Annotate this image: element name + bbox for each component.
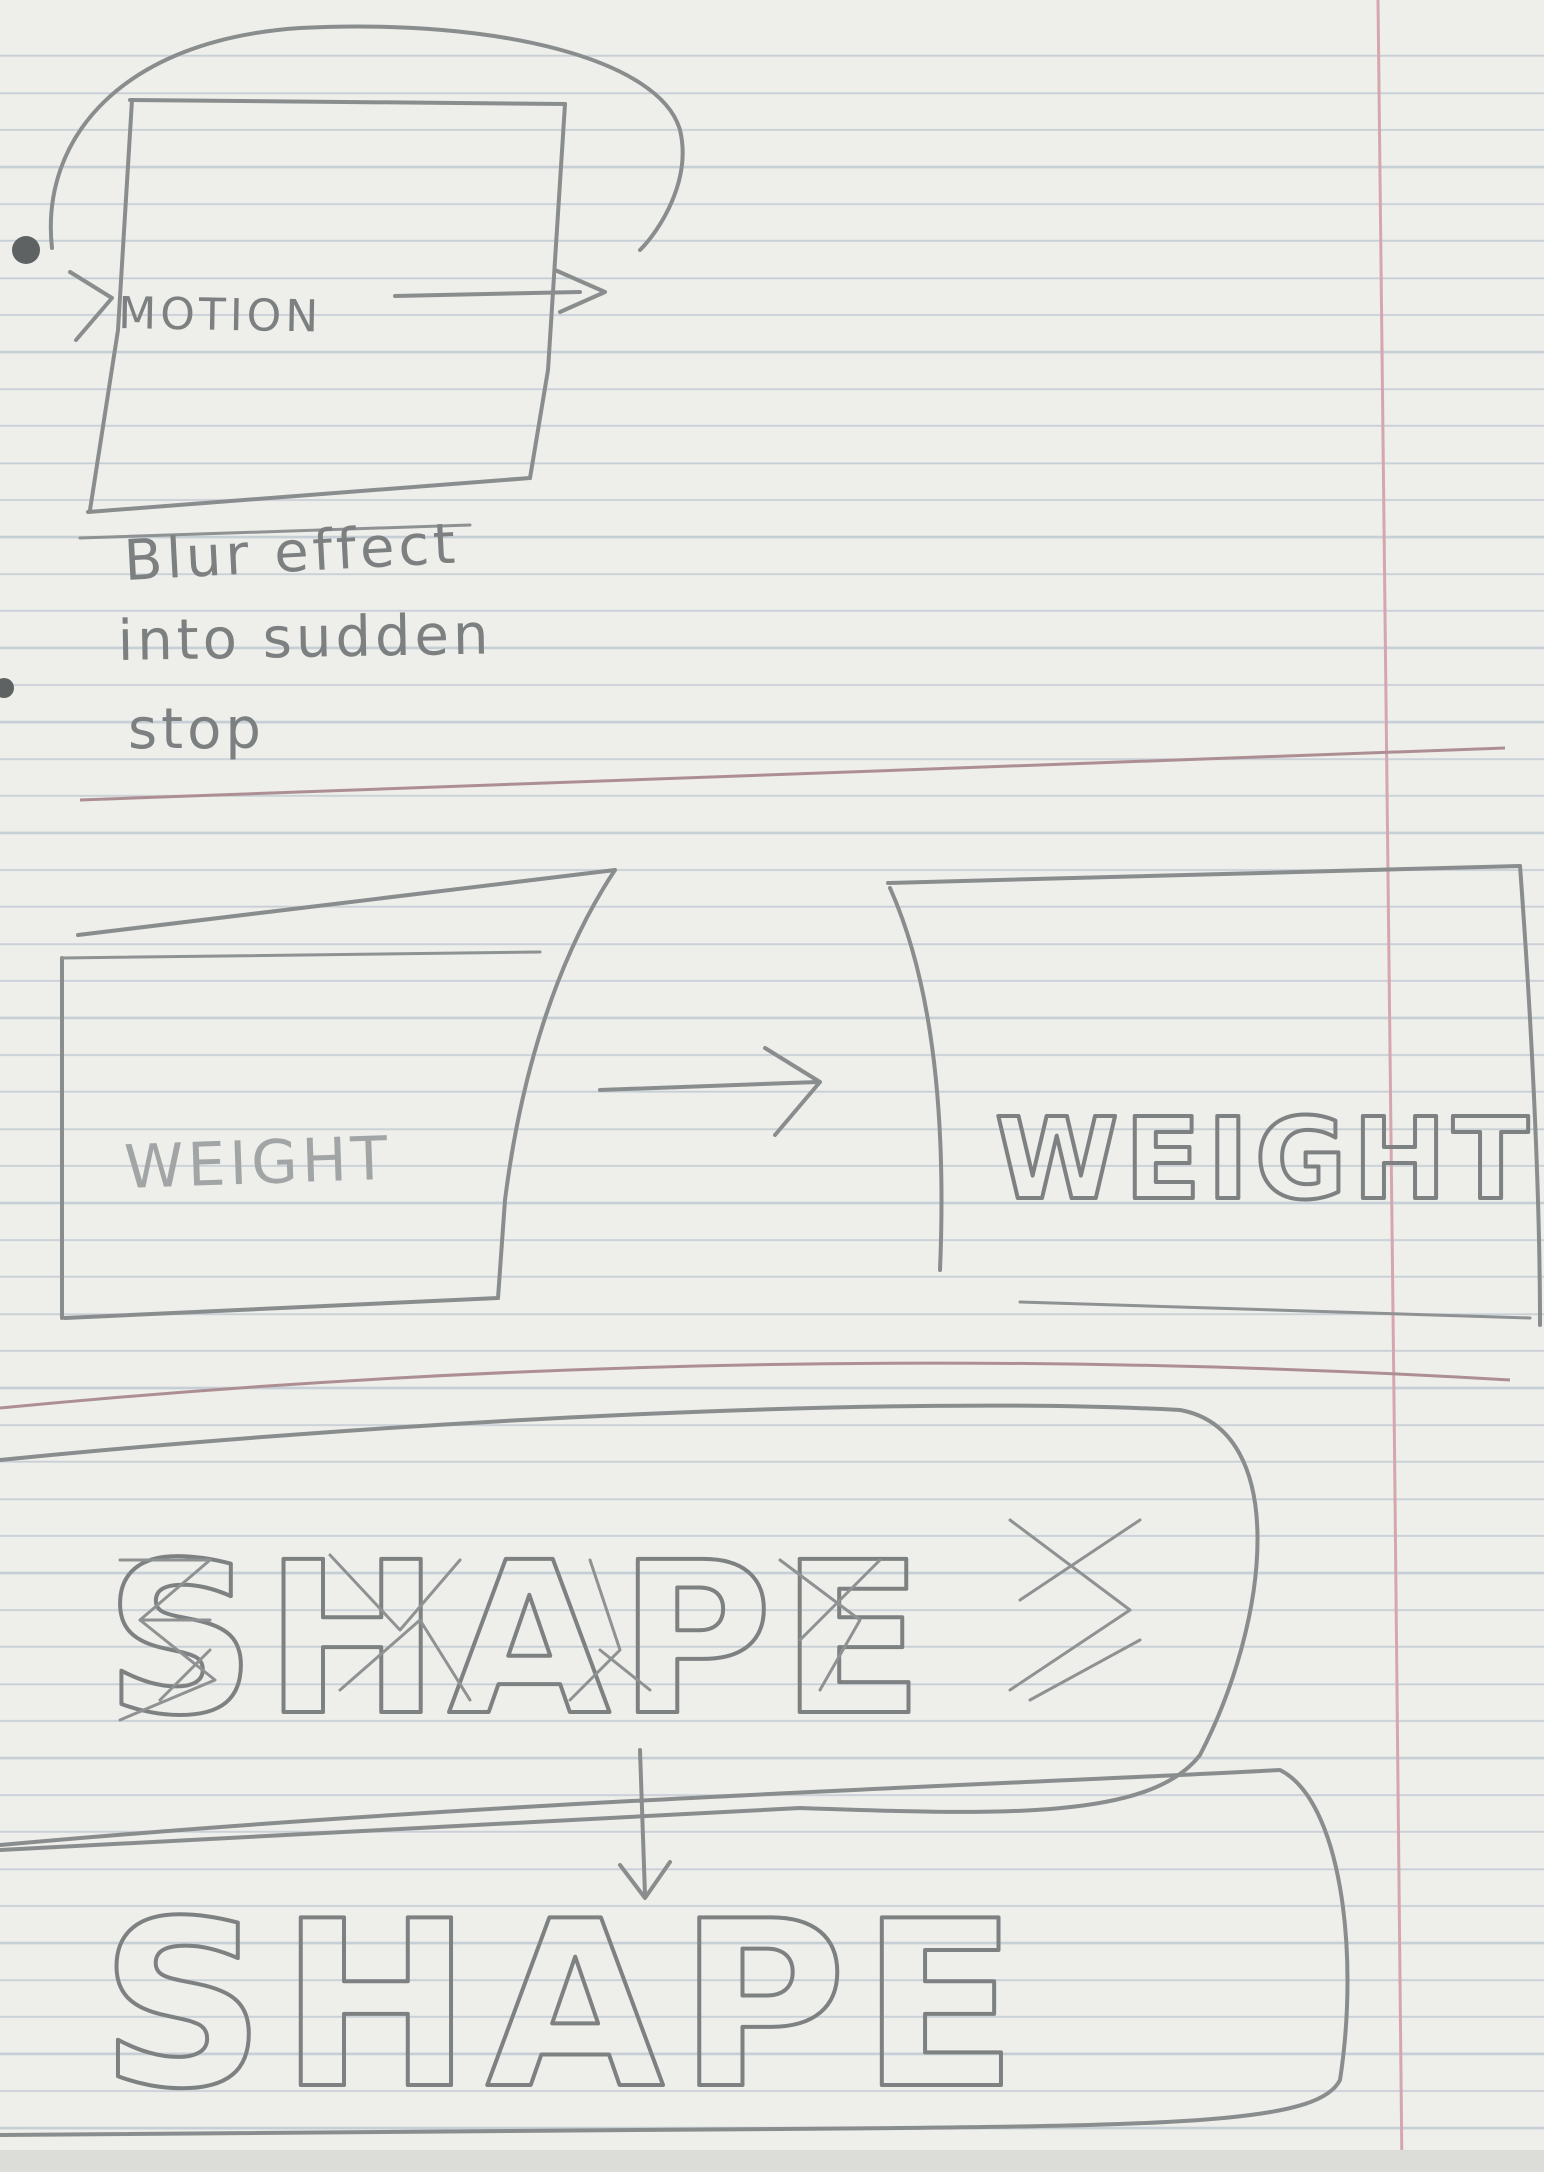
section-divider (0, 1361, 1511, 1410)
motion-note-line-2: into sudden (117, 602, 493, 674)
sketch-drawing: MOTION Blur effect into sudden stop WEIG… (0, 0, 1542, 2172)
weight-before-text: WEIGHT (123, 1124, 392, 1203)
motion-label: MOTION (118, 288, 323, 343)
motion-note-line-3: stop (128, 697, 265, 762)
binder-hole (0, 678, 14, 698)
weight-arrow (598, 1046, 822, 1137)
photo-bottom-edge (0, 2150, 1544, 2172)
section-divider (79, 746, 1506, 802)
motion-chevron-left (68, 270, 114, 342)
shape-solid-text: SHAPE (100, 1873, 1032, 2140)
motion-arrow (393, 268, 607, 314)
margin-line (1376, 0, 1404, 2172)
motion-note-line-1: Blur effect (122, 512, 460, 594)
binder-hole (12, 236, 40, 264)
weight-before-frame (60, 868, 617, 1320)
weight-after-text: WEIGHT (995, 1095, 1535, 1225)
motion-path-arc (48, 24, 685, 252)
shape-fragmented-text: SHAPE (105, 1517, 932, 1762)
